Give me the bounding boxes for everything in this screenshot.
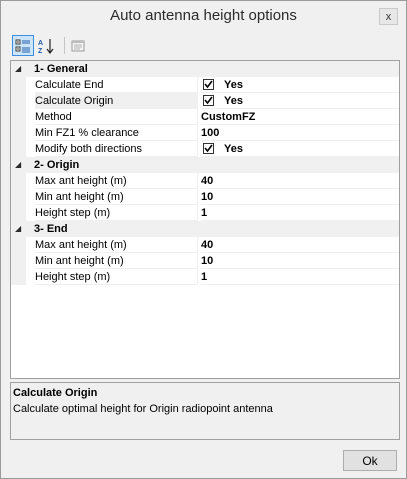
description-title: Calculate Origin [13,387,98,399]
column-divider[interactable] [197,269,198,285]
property-value[interactable]: 40 [201,237,399,253]
dialog-window: Auto antenna height options x A Z ◢ 1- G… [0,0,407,479]
property-grid[interactable]: ◢ 1- General Calculate End Yes Calculate… [10,60,400,379]
category-label: 3- End [34,223,68,235]
row-margin [11,125,26,141]
row-margin [11,189,26,205]
property-pages-button[interactable] [67,35,89,56]
row-margin [11,269,26,285]
column-divider[interactable] [197,253,198,269]
row-margin [11,205,26,221]
property-name: Height step (m) [35,269,197,285]
property-name: Method [35,109,197,125]
property-value[interactable]: 1 [201,269,399,285]
close-icon: x [385,10,392,23]
svg-text:A: A [38,40,43,47]
collapse-triangle-icon[interactable]: ◢ [15,157,25,173]
column-divider[interactable] [197,125,198,141]
property-name: Calculate End [35,77,197,93]
categorized-view-icon [15,39,30,52]
close-button[interactable]: x [379,8,398,25]
row-margin [11,77,26,93]
categorized-view-button[interactable] [12,35,34,56]
window-title: Auto antenna height options [110,7,297,24]
column-divider[interactable] [197,141,198,157]
category-end[interactable]: ◢ 3- End [11,221,399,237]
column-divider[interactable] [197,173,198,189]
property-row-calculate-end[interactable]: Calculate End Yes [11,77,399,93]
property-pages-icon [71,40,85,51]
row-margin [11,109,26,125]
collapse-triangle-icon[interactable]: ◢ [15,221,25,237]
checkbox-checked-icon[interactable] [203,143,214,154]
ok-button[interactable]: Ok [343,450,397,471]
property-row-end-min-ant-height[interactable]: Min ant height (m) 10 [11,253,399,269]
alphabetical-sort-button[interactable]: A Z [36,35,58,56]
column-divider[interactable] [197,189,198,205]
property-value[interactable]: 1 [201,205,399,221]
property-row-end-height-step[interactable]: Height step (m) 1 [11,269,399,285]
property-name: Max ant height (m) [35,237,197,253]
checkbox-checked-icon[interactable] [203,79,214,90]
property-value[interactable]: Yes [201,141,399,157]
collapse-triangle-icon[interactable]: ◢ [15,61,25,77]
property-name: Modify both directions [35,141,197,157]
property-value[interactable]: 10 [201,189,399,205]
property-row-min-fz1-clearance[interactable]: Min FZ1 % clearance 100 [11,125,399,141]
checkbox-value-label: Yes [224,79,243,91]
property-value[interactable]: Yes [201,77,399,93]
column-divider[interactable] [197,77,198,93]
row-margin [11,141,26,157]
category-label: 2- Origin [34,159,80,171]
row-margin [11,93,26,109]
checkbox-value-label: Yes [224,143,243,155]
category-label: 1- General [34,63,88,75]
property-name: Calculate Origin [35,93,197,109]
property-value[interactable]: 100 [201,125,399,141]
column-divider[interactable] [197,205,198,221]
category-general[interactable]: ◢ 1- General [11,61,399,77]
property-name: Min ant height (m) [35,253,197,269]
property-grid-toolbar: A Z [10,34,401,58]
category-origin[interactable]: ◢ 2- Origin [11,157,399,173]
property-name: Min ant height (m) [35,189,197,205]
property-row-calculate-origin[interactable]: Calculate Origin Yes [11,93,399,109]
toolbar-separator [64,37,65,54]
property-value[interactable]: 10 [201,253,399,269]
row-margin [11,253,26,269]
checkbox-checked-icon[interactable] [203,95,214,106]
title-bar[interactable]: Auto antenna height options x [1,1,406,32]
property-row-modify-both-directions[interactable]: Modify both directions Yes [11,141,399,157]
property-row-origin-max-ant-height[interactable]: Max ant height (m) 40 [11,173,399,189]
column-divider[interactable] [197,109,198,125]
property-row-method[interactable]: Method CustomFZ [11,109,399,125]
property-name: Max ant height (m) [35,173,197,189]
row-margin [11,237,26,253]
description-text: Calculate optimal height for Origin radi… [13,403,273,415]
property-value[interactable]: 40 [201,173,399,189]
property-row-origin-height-step[interactable]: Height step (m) 1 [11,205,399,221]
property-value[interactable]: Yes [201,93,399,109]
description-panel: Calculate Origin Calculate optimal heigh… [10,382,400,440]
checkbox-value-label: Yes [224,95,243,107]
column-divider[interactable] [197,237,198,253]
row-margin [11,173,26,189]
column-divider[interactable] [197,93,198,109]
property-row-end-max-ant-height[interactable]: Max ant height (m) 40 [11,237,399,253]
svg-text:Z: Z [38,48,43,54]
property-row-origin-min-ant-height[interactable]: Min ant height (m) 10 [11,189,399,205]
alphabetical-sort-icon: A Z [38,38,54,54]
property-name: Min FZ1 % clearance [35,125,197,141]
property-value[interactable]: CustomFZ [201,109,399,125]
property-name: Height step (m) [35,205,197,221]
